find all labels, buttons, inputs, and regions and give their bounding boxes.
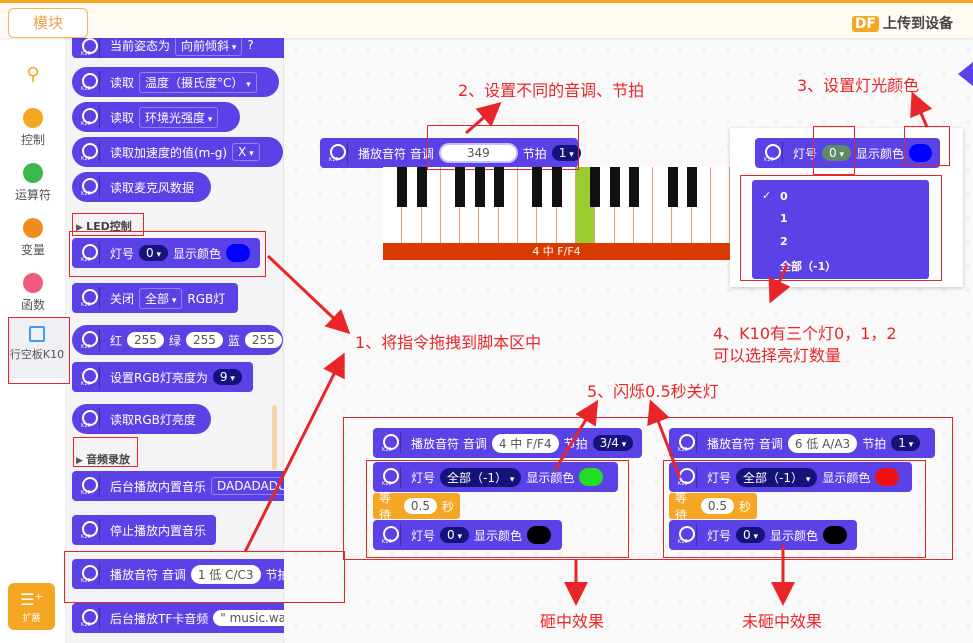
annotation-miss: 未砸中效果: [742, 612, 823, 631]
annotation-2: 2、设置不同的音调、节拍: [458, 81, 645, 100]
annotation-4-line2: 可以选择亮灯数量: [713, 346, 842, 365]
annotation-hit: 砸中效果: [540, 612, 605, 631]
arrow: [647, 399, 682, 479]
arrow: [768, 264, 791, 304]
arrow: [553, 399, 599, 471]
annotation-4-line1: 4、K10有三个灯0，1，2: [713, 324, 897, 343]
annotation-3: 3、设置灯光颜色: [797, 76, 920, 95]
arrow: [465, 102, 502, 135]
annotation-5: 5、闪烁0.5秒关灯: [587, 382, 719, 401]
arrow: [910, 91, 933, 128]
arrow: [243, 352, 345, 553]
annotation-1: 1、将指令拖拽到脚本区中: [355, 333, 542, 352]
arrow: [266, 254, 351, 335]
